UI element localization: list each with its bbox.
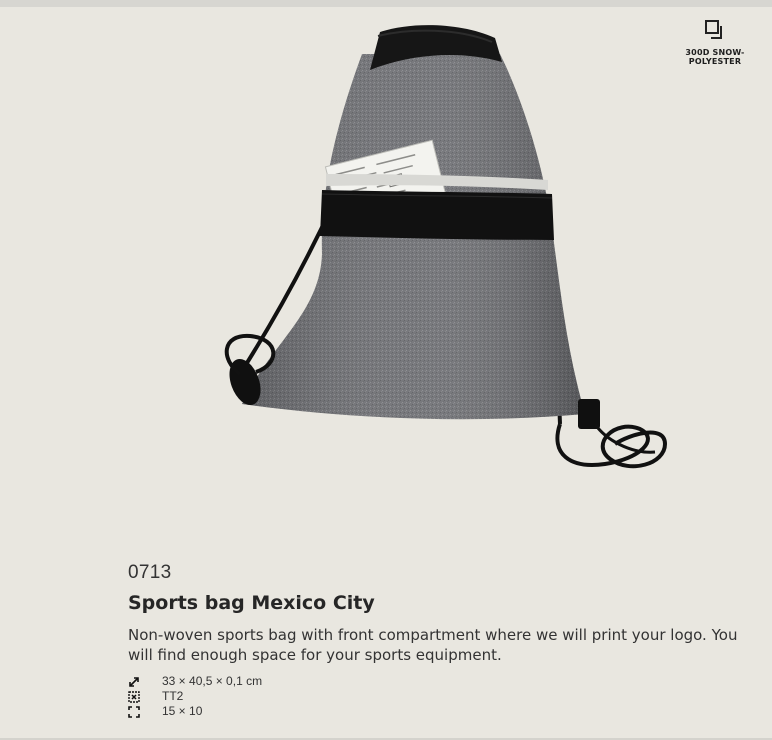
spec-dimensions: 33 × 40,5 × 0,1 cm bbox=[128, 674, 262, 689]
material-label-line2: POLYESTER bbox=[688, 57, 742, 66]
material-badge: 300D SNOW- POLYESTER bbox=[676, 18, 754, 66]
spec-print-technique: TT2 bbox=[128, 689, 262, 704]
print-technique-icon bbox=[128, 690, 140, 703]
spec-print-area: 15 × 10 bbox=[128, 704, 262, 719]
dimensions-arrow-icon bbox=[129, 676, 139, 687]
product-code: 0713 bbox=[128, 562, 172, 583]
top-strip bbox=[0, 0, 772, 7]
product-title: Sports bag Mexico City bbox=[128, 592, 375, 614]
spec-list: 33 × 40,5 × 0,1 cm TT2 15 × 10 bbox=[128, 674, 262, 719]
layered-fabric-icon bbox=[705, 20, 722, 39]
spec-print-area-value: 15 × 10 bbox=[162, 704, 203, 718]
sports-bag-image bbox=[224, 25, 668, 469]
spec-dimensions-value: 33 × 40,5 × 0,1 cm bbox=[162, 674, 263, 688]
spec-print-technique-value: TT2 bbox=[162, 689, 184, 703]
material-label-line1: 300D SNOW- bbox=[685, 48, 745, 57]
print-area-icon bbox=[128, 705, 140, 718]
product-description: Non-woven sports bag with front compartm… bbox=[128, 626, 738, 664]
